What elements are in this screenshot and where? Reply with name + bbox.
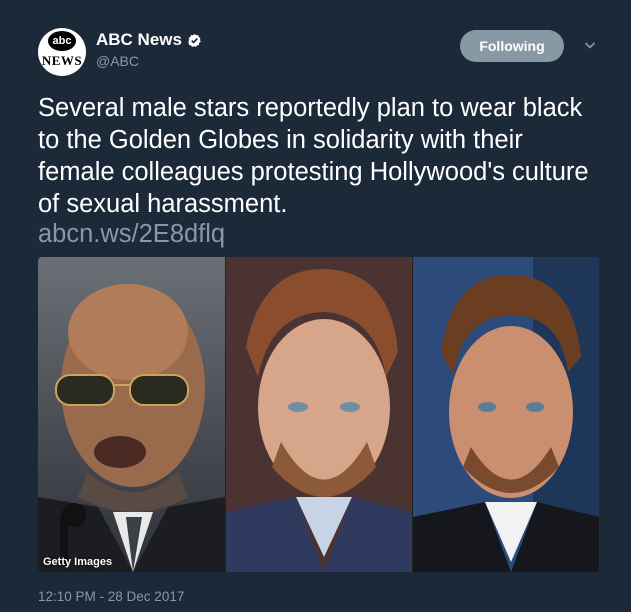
photo-panel-left[interactable] — [38, 257, 225, 572]
tweet-card: abc NEWS ABC News @ABC Following Several… — [0, 0, 631, 612]
photo-credit: Getty Images — [43, 556, 113, 568]
avatar-news-text: NEWS — [41, 53, 83, 68]
photo-panel-center[interactable] — [226, 257, 412, 572]
tweet-timestamp[interactable]: 12:10 PM - 28 Dec 2017 — [38, 589, 184, 604]
tweet-media[interactable]: Getty Images — [38, 257, 599, 572]
name-row: ABC News — [96, 30, 202, 50]
following-button[interactable]: Following — [460, 30, 564, 62]
verified-badge-icon — [187, 33, 202, 48]
photo-panel-right[interactable] — [413, 257, 599, 572]
chevron-down-icon[interactable] — [583, 38, 597, 52]
avatar-abc-logo: abc — [48, 31, 76, 51]
avatar[interactable]: abc NEWS — [38, 28, 86, 76]
display-name[interactable]: ABC News — [96, 30, 182, 50]
tweet-text: Several male stars reportedly plan to we… — [38, 94, 589, 218]
tweet-link[interactable]: abcn.ws/2E8dflq — [38, 218, 225, 250]
account-handle[interactable]: @ABC — [96, 53, 139, 69]
tweet-header: abc NEWS ABC News @ABC Following — [38, 28, 608, 78]
